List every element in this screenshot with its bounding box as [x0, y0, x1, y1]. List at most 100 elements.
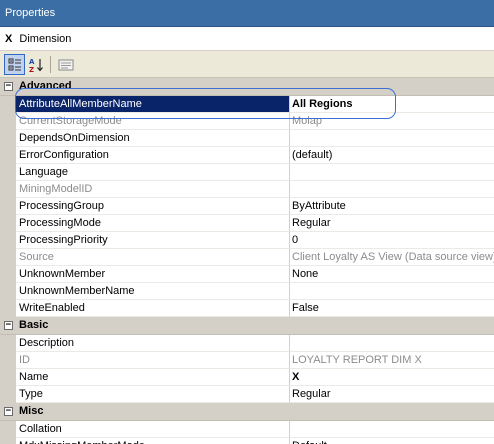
property-value[interactable] — [290, 335, 494, 352]
property-name[interactable]: ID — [16, 352, 290, 369]
property-value: LOYALTY REPORT DIM X — [290, 352, 494, 369]
row-margin — [0, 198, 16, 215]
property-row[interactable]: ProcessingGroup ByAttribute — [0, 198, 494, 215]
property-name[interactable]: AttributeAllMemberName — [16, 96, 290, 113]
property-name[interactable]: UnknownMember — [16, 266, 290, 283]
property-name[interactable]: ProcessingMode — [16, 215, 290, 232]
property-value[interactable]: ByAttribute — [290, 198, 494, 215]
property-name[interactable]: Collation — [16, 421, 290, 438]
category-label: Advanced — [19, 80, 72, 92]
window-title: Properties — [5, 7, 56, 19]
categorized-icon — [8, 58, 21, 70]
property-name[interactable]: Type — [16, 386, 290, 403]
properties-toolbar: A Z — [0, 51, 494, 78]
property-row[interactable]: ErrorConfiguration (default) — [0, 147, 494, 164]
row-margin — [0, 96, 16, 113]
sort-alphabetical-icon: A Z — [29, 58, 43, 73]
property-value[interactable]: All Regions — [290, 96, 494, 113]
row-margin — [0, 300, 16, 317]
row-margin — [0, 352, 16, 369]
property-name[interactable]: MdxMissingMemberMode — [16, 438, 290, 444]
property-row[interactable]: ProcessingPriority 0 — [0, 232, 494, 249]
property-value[interactable]: False — [290, 300, 494, 317]
row-margin — [0, 386, 16, 403]
property-row[interactable]: UnknownMemberName — [0, 283, 494, 300]
property-value[interactable]: X — [290, 369, 494, 386]
toolbar-separator — [50, 56, 51, 73]
property-value[interactable]: Regular — [290, 215, 494, 232]
property-name[interactable]: ErrorConfiguration — [16, 147, 290, 164]
collapse-icon[interactable]: − — [4, 321, 13, 330]
category-label: Basic — [19, 319, 49, 331]
property-value[interactable] — [290, 283, 494, 300]
property-pages-icon — [58, 59, 73, 70]
property-name[interactable]: Name — [16, 369, 290, 386]
property-row[interactable]: Name X — [0, 369, 494, 386]
row-margin — [0, 164, 16, 181]
alphabetical-button[interactable]: A Z — [26, 54, 47, 75]
row-margin — [0, 438, 16, 444]
row-margin — [0, 130, 16, 147]
row-margin — [0, 266, 16, 283]
property-name[interactable]: ProcessingPriority — [16, 232, 290, 249]
category-label: Misc — [19, 405, 44, 417]
row-margin — [0, 335, 16, 352]
row-margin — [0, 215, 16, 232]
collapse-icon[interactable]: − — [4, 82, 13, 91]
property-name[interactable]: ProcessingGroup — [16, 198, 290, 215]
row-margin — [0, 249, 16, 266]
row-margin — [0, 421, 16, 438]
property-row[interactable]: CurrentStorageMode Molap — [0, 113, 494, 130]
property-row[interactable]: UnknownMember None — [0, 266, 494, 283]
property-name[interactable]: Language — [16, 164, 290, 181]
property-name[interactable]: MiningModelID — [16, 181, 290, 198]
property-value: Client Loyalty AS View (Data source view… — [290, 249, 494, 266]
row-margin — [0, 283, 16, 300]
property-value[interactable] — [290, 130, 494, 147]
property-row[interactable]: MdxMissingMemberModeDefault — [0, 438, 494, 444]
row-margin — [0, 369, 16, 386]
property-row[interactable]: AttributeAllMemberName All Regions — [0, 96, 494, 113]
object-name: X — [5, 33, 13, 45]
row-margin — [0, 181, 16, 198]
property-name[interactable]: DependsOnDimension — [16, 130, 290, 147]
property-name[interactable]: UnknownMemberName — [16, 283, 290, 300]
object-selector[interactable]: X Dimension — [0, 27, 494, 51]
row-margin — [0, 232, 16, 249]
property-grid: − Advanced AttributeAllMemberName All Regio… — [0, 78, 494, 444]
property-row[interactable]: ID LOYALTY REPORT DIM X — [0, 352, 494, 369]
property-row[interactable]: Language — [0, 164, 494, 181]
property-pages-button[interactable] — [55, 54, 76, 75]
row-margin — [0, 113, 16, 130]
property-value[interactable]: 0 — [290, 232, 494, 249]
property-name[interactable]: Source — [16, 249, 290, 266]
property-value[interactable] — [290, 421, 494, 438]
property-value[interactable]: Default — [290, 438, 494, 444]
row-margin — [0, 147, 16, 164]
property-row[interactable]: ProcessingMode Regular — [0, 215, 494, 232]
property-row[interactable]: WriteEnabled False — [0, 300, 494, 317]
property-value[interactable]: Regular — [290, 386, 494, 403]
categorized-button[interactable] — [4, 54, 25, 75]
category-advanced[interactable]: − Advanced — [0, 78, 494, 96]
collapse-icon[interactable]: − — [4, 407, 13, 416]
category-misc[interactable]: − Misc — [0, 403, 494, 421]
property-name[interactable]: Description — [16, 335, 290, 352]
property-value[interactable] — [290, 164, 494, 181]
property-value[interactable]: (default) — [290, 147, 494, 164]
property-row[interactable]: MiningModelID — [0, 181, 494, 198]
property-row[interactable]: Description — [0, 335, 494, 352]
property-value: Molap — [290, 113, 494, 130]
svg-text:Z: Z — [29, 66, 34, 73]
property-row[interactable]: Source Client Loyalty AS View (Data sourc… — [0, 249, 494, 266]
property-value[interactable]: None — [290, 266, 494, 283]
property-name[interactable]: CurrentStorageMode — [16, 113, 290, 130]
properties-title-bar: Properties — [0, 0, 494, 27]
property-value — [290, 181, 494, 198]
object-type: Dimension — [19, 33, 72, 45]
property-row[interactable]: DependsOnDimension — [0, 130, 494, 147]
property-name[interactable]: WriteEnabled — [16, 300, 290, 317]
category-basic[interactable]: − Basic — [0, 317, 494, 335]
property-row[interactable]: Collation — [0, 421, 494, 438]
property-row[interactable]: Type Regular — [0, 386, 494, 403]
